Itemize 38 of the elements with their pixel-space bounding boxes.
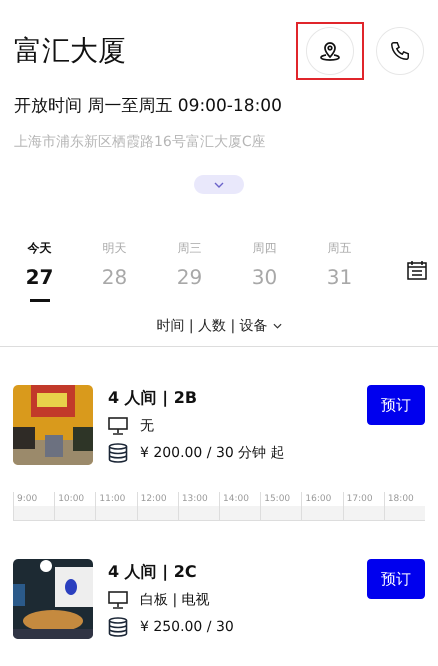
date-tab[interactable]: 周四 30 — [227, 240, 302, 302]
coins-icon — [108, 443, 128, 463]
time-slot[interactable]: 10:00 — [54, 492, 96, 520]
chevron-down-icon — [272, 323, 282, 329]
coins-icon — [108, 617, 128, 637]
monitor-icon — [108, 591, 128, 609]
time-slot[interactable]: 11:00 — [95, 492, 137, 520]
location-button[interactable] — [306, 27, 354, 75]
phone-button[interactable] — [376, 27, 424, 75]
book-button[interactable]: 预订 — [367, 559, 425, 599]
time-slot[interactable]: 12:00 — [136, 492, 178, 520]
date-tab[interactable]: 周五 31 — [302, 240, 377, 302]
time-slot[interactable]: 9:00 — [13, 492, 54, 520]
opening-hours: 开放时间 周一至周五 09:00-18:00 — [14, 95, 283, 117]
address: 上海市浦东新区栖霞路16号富汇大厦C座 — [14, 133, 267, 151]
map-pin-icon — [318, 39, 342, 63]
time-slot[interactable]: 14:00 — [219, 492, 260, 520]
time-slot[interactable]: 15:00 — [260, 492, 302, 520]
price-text: ¥ 250.00 / 30 — [140, 619, 234, 635]
calendar-icon[interactable] — [407, 260, 427, 280]
monitor-icon — [108, 417, 128, 435]
date-tab[interactable]: 周三 29 — [152, 240, 227, 302]
time-slot[interactable]: 18:00 — [384, 492, 426, 520]
date-tab[interactable]: 今天 27 — [2, 240, 77, 302]
time-slot[interactable]: 17:00 — [342, 492, 384, 520]
equipment-text: 无 — [140, 417, 154, 435]
price-text: ¥ 200.00 / 30 分钟 起 — [140, 444, 285, 462]
date-tab[interactable]: 明天 28 — [77, 240, 152, 302]
room-name: 4 人间 | 2B — [108, 388, 198, 409]
phone-icon — [389, 40, 411, 62]
building-title: 富汇大厦 — [14, 33, 126, 69]
book-button[interactable]: 预订 — [367, 385, 425, 425]
time-slot[interactable]: 16:00 — [301, 492, 343, 520]
equipment-text: 白板 | 电视 — [140, 591, 210, 609]
chevron-down-icon — [214, 182, 224, 188]
time-slot[interactable]: 13:00 — [178, 492, 220, 520]
filter-dropdown[interactable]: 时间 | 人数 | 设备 — [150, 316, 288, 336]
room-name: 4 人间 | 2C — [108, 562, 198, 583]
